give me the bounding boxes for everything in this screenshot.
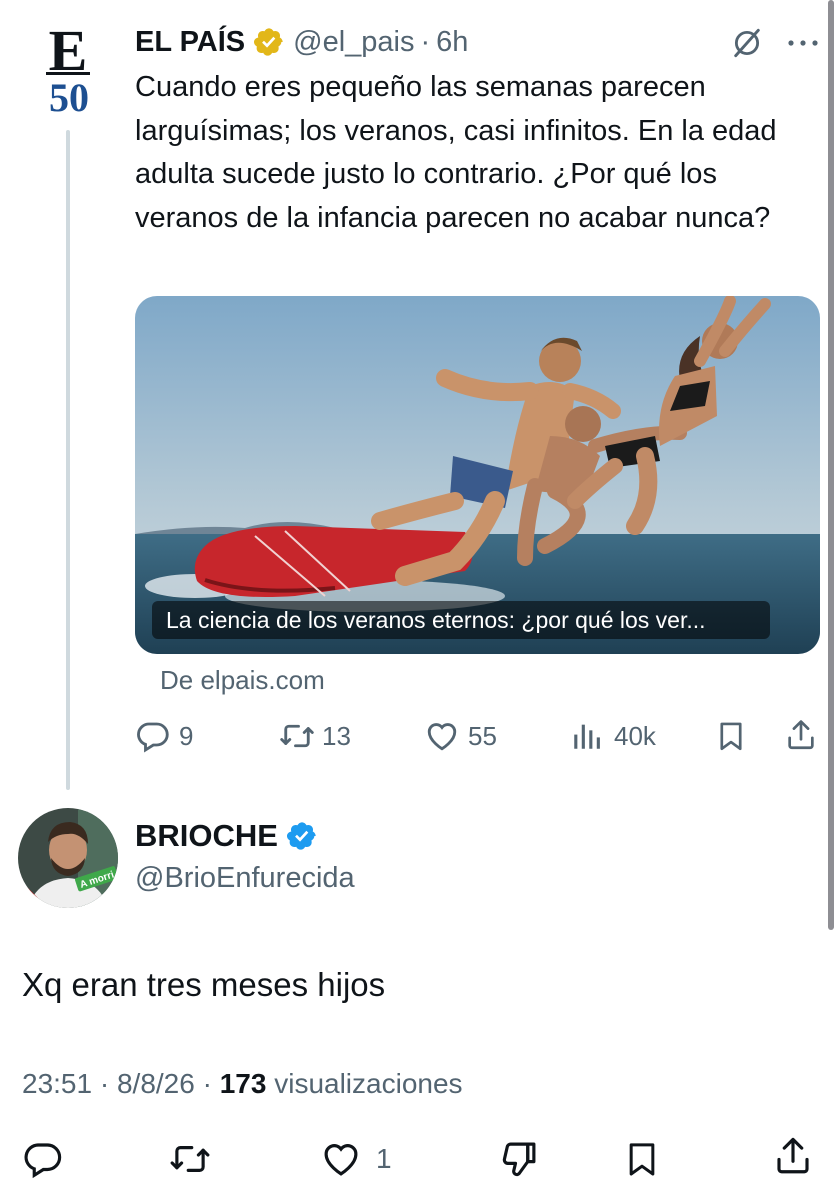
reply-time: 23:51 xyxy=(22,1068,93,1099)
link-card-caption[interactable]: La ciencia de los veranos eternos: ¿por … xyxy=(152,601,770,639)
reply-share-button[interactable] xyxy=(772,1134,814,1183)
reply-like-button[interactable]: 1 xyxy=(320,1138,392,1180)
tweet-time[interactable]: 6h xyxy=(436,26,468,59)
author-handle[interactable]: @el_pais xyxy=(293,26,414,59)
reply-date: 8/8/26 xyxy=(116,1068,195,1099)
views-count: 40k xyxy=(614,720,656,751)
gold-verified-badge-icon xyxy=(253,26,285,58)
share-icon xyxy=(772,1134,814,1178)
views-chart-icon xyxy=(570,718,604,754)
repost-action[interactable]: 13 xyxy=(278,718,351,754)
like-count: 55 xyxy=(468,720,497,751)
reply-views-count: 173 xyxy=(219,1068,267,1099)
reply-count: 9 xyxy=(179,720,194,751)
tweet-header: EL PAÍS @el_pais · 6h xyxy=(135,24,468,60)
thread-line xyxy=(66,130,70,790)
share-icon[interactable] xyxy=(784,716,818,759)
link-card-source[interactable]: De elpais.com xyxy=(160,665,325,696)
like-action[interactable]: 55 xyxy=(424,718,497,754)
more-options-icon[interactable] xyxy=(786,36,820,54)
repost-icon xyxy=(278,718,316,754)
blue-verified-badge-icon xyxy=(286,820,318,852)
reply-icon xyxy=(135,718,171,754)
grok-icon[interactable] xyxy=(730,26,764,65)
reply-downvote-button[interactable] xyxy=(498,1138,540,1185)
repost-icon xyxy=(168,1138,212,1180)
bookmark-icon[interactable] xyxy=(714,718,748,759)
heart-icon xyxy=(320,1138,362,1180)
heart-icon xyxy=(424,718,460,754)
reply-author-header: BRIOCHE xyxy=(135,818,318,854)
header-separator: · xyxy=(420,25,431,58)
reply-meta: 23:51 · 8/8/26 · 173 visualizaciones xyxy=(22,1068,463,1099)
avatar[interactable]: A morri xyxy=(18,808,118,908)
author-name[interactable]: EL PAÍS xyxy=(135,26,245,59)
bookmark-icon xyxy=(622,1138,662,1180)
tweet-text: Cuando eres pequeño las semanas parecen … xyxy=(135,71,777,234)
el-pais-logo-number[interactable]: 50 xyxy=(40,78,98,118)
reply-text: Xq eran tres meses hijos xyxy=(22,966,386,1003)
reply-views-label: visualizaciones xyxy=(274,1068,463,1099)
thumbs-down-icon xyxy=(498,1138,540,1180)
scrollbar[interactable] xyxy=(828,0,834,930)
reply-repost-button[interactable] xyxy=(168,1138,212,1185)
reply-like-count: 1 xyxy=(376,1143,392,1174)
reply-author-name[interactable]: BRIOCHE xyxy=(135,818,278,854)
reply-icon xyxy=(22,1138,64,1180)
reply-author-handle[interactable]: @BrioEnfurecida xyxy=(135,862,355,895)
views-action[interactable]: 40k xyxy=(570,718,656,754)
reply-bookmark-button[interactable] xyxy=(622,1138,662,1185)
reply-action[interactable]: 9 xyxy=(135,718,193,754)
reply-reply-button[interactable] xyxy=(22,1138,64,1185)
repost-count: 13 xyxy=(322,720,351,751)
